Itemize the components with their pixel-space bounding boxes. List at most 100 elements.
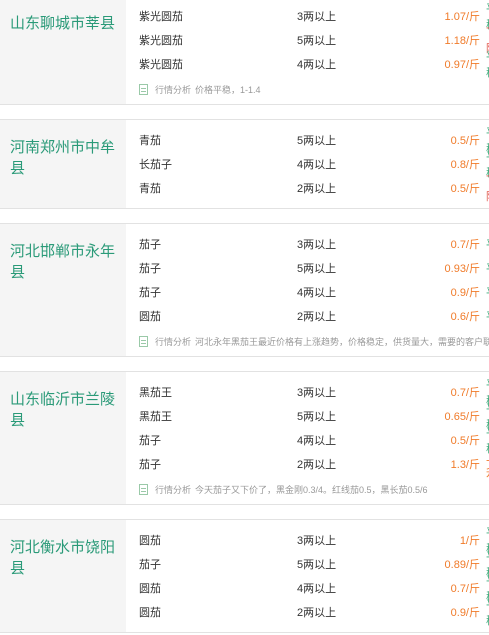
product-name: 紫光圆茄	[139, 11, 183, 23]
price-value: 0.5/斤	[450, 135, 480, 147]
price-row: 青茄5两以上0.5/斤平稳	[139, 127, 489, 155]
market-block: 河北邯郸市永年县茄子3两以上0.7/斤平稳茄子5两以上0.93/斤平稳茄子4两以…	[0, 223, 489, 357]
price-value: 0.9/斤	[450, 287, 480, 299]
product-name: 青茄	[139, 135, 161, 147]
size-spec: 3两以上	[297, 387, 337, 399]
size-spec: 3两以上	[297, 535, 337, 547]
product-name: 长茄子	[139, 159, 172, 171]
price-rows: 青茄5两以上0.5/斤平稳长茄子4两以上0.8/斤平稳青茄2两以上0.5/斤下降	[126, 120, 489, 208]
product-name: 黑茄王	[139, 387, 172, 399]
product-name: 茄子	[139, 459, 161, 471]
size-spec: 3两以上	[297, 239, 337, 251]
analysis-text: 河北永年黑茄王最近价格有上涨趋势，价格稳定，供货量大，需要的客户联系我	[195, 336, 489, 347]
size-spec: 3两以上	[297, 11, 337, 23]
location-link[interactable]: 河北衡水市饶阳县	[0, 520, 126, 632]
price-row: 青茄2两以上0.5/斤下降	[139, 175, 489, 203]
product-name: 圆茄	[139, 583, 161, 595]
price-row: 茄子5两以上0.89/斤平稳	[139, 551, 489, 579]
product-name: 茄子	[139, 263, 161, 275]
price-rows: 圆茄3两以上1/斤平稳茄子5两以上0.89/斤平稳圆茄4两以上0.7/斤平稳圆茄…	[126, 520, 489, 632]
analysis-label: 行情分析	[155, 484, 192, 495]
price-value: 0.89/斤	[444, 559, 480, 571]
market-block: 河南郑州市中牟县青茄5两以上0.5/斤平稳长茄子4两以上0.8/斤平稳青茄2两以…	[0, 119, 489, 209]
size-spec: 4两以上	[297, 435, 337, 447]
price-value: 1.18/斤	[444, 35, 480, 47]
price-row: 圆茄3两以上1/斤平稳	[139, 527, 489, 555]
price-value: 1.3/斤	[450, 459, 480, 471]
price-value: 1/斤	[459, 535, 480, 547]
product-name: 茄子	[139, 435, 161, 447]
price-row: 茄子5两以上0.93/斤平稳	[139, 256, 489, 280]
product-name: 圆茄	[139, 607, 161, 619]
market-price-list: 山东聊城市莘县紫光圆茄3两以上1.07/斤平稳紫光圆茄5两以上1.18/斤下降紫…	[0, 0, 489, 633]
analysis-text: 价格平稳，1-1.4	[195, 84, 261, 95]
market-analysis: 行情分析 价格平稳，1-1.4	[139, 76, 489, 102]
price-rows: 茄子3两以上0.7/斤平稳茄子5两以上0.93/斤平稳茄子4两以上0.9/斤平稳…	[126, 224, 489, 356]
product-name: 茄子	[139, 239, 161, 251]
location-link[interactable]: 河北邯郸市永年县	[0, 224, 126, 356]
document-icon	[139, 83, 148, 95]
price-rows: 黑茄王3两以上0.7/斤平稳黑茄王5两以上0.65/斤平稳茄子4两以上0.5/斤…	[126, 372, 489, 504]
price-row: 紫光圆茄3两以上1.07/斤平稳	[139, 3, 489, 31]
product-name: 圆茄	[139, 535, 161, 547]
product-name: 黑茄王	[139, 411, 172, 423]
price-row: 黑茄王5两以上0.65/斤平稳	[139, 403, 489, 431]
size-spec: 4两以上	[297, 159, 337, 171]
price-value: 0.9/斤	[450, 607, 480, 619]
price-value: 0.97/斤	[444, 59, 480, 71]
price-row: 圆茄2两以上0.9/斤平稳	[139, 599, 489, 627]
price-value: 0.7/斤	[450, 239, 480, 251]
price-value: 0.93/斤	[444, 263, 480, 275]
size-spec: 5两以上	[297, 263, 337, 275]
size-spec: 5两以上	[297, 35, 337, 47]
price-row: 圆茄4两以上0.7/斤平稳	[139, 575, 489, 603]
price-row: 紫光圆茄5两以上1.18/斤下降	[139, 27, 489, 55]
price-row: 紫光圆茄4两以上0.97/斤平稳	[139, 51, 489, 79]
location-link[interactable]: 山东聊城市莘县	[0, 0, 126, 104]
price-row: 茄子4两以上0.5/斤平稳	[139, 427, 489, 455]
price-row: 茄子3两以上0.7/斤平稳	[139, 232, 489, 256]
analysis-label: 行情分析	[155, 336, 192, 347]
price-value: 0.6/斤	[450, 311, 480, 323]
price-value: 0.7/斤	[450, 387, 480, 399]
price-value: 0.8/斤	[450, 159, 480, 171]
location-link[interactable]: 山东临沂市兰陵县	[0, 372, 126, 504]
price-row: 茄子4两以上0.9/斤平稳	[139, 280, 489, 304]
size-spec: 2两以上	[297, 607, 337, 619]
price-row: 长茄子4两以上0.8/斤平稳	[139, 151, 489, 179]
size-spec: 2两以上	[297, 459, 337, 471]
document-icon	[139, 483, 148, 495]
product-name: 紫光圆茄	[139, 59, 183, 71]
price-value: 0.5/斤	[450, 183, 480, 195]
size-spec: 4两以上	[297, 287, 337, 299]
size-spec: 4两以上	[297, 59, 337, 71]
price-row: 黑茄王3两以上0.7/斤平稳	[139, 379, 489, 407]
size-spec: 2两以上	[297, 183, 337, 195]
product-name: 茄子	[139, 559, 161, 571]
size-spec: 5两以上	[297, 135, 337, 147]
price-value: 1.07/斤	[444, 11, 480, 23]
market-block: 山东临沂市兰陵县黑茄王3两以上0.7/斤平稳黑茄王5两以上0.65/斤平稳茄子4…	[0, 371, 489, 505]
price-rows: 紫光圆茄3两以上1.07/斤平稳紫光圆茄5两以上1.18/斤下降紫光圆茄4两以上…	[126, 0, 489, 104]
product-name: 青茄	[139, 183, 161, 195]
location-link[interactable]: 河南郑州市中牟县	[0, 120, 126, 208]
price-row: 圆茄2两以上0.6/斤平稳	[139, 304, 489, 328]
product-name: 紫光圆茄	[139, 35, 183, 47]
product-name: 圆茄	[139, 311, 161, 323]
size-spec: 5两以上	[297, 411, 337, 423]
price-value: 0.7/斤	[450, 583, 480, 595]
price-row: 茄子2两以上1.3/斤上升	[139, 451, 489, 479]
product-name: 茄子	[139, 287, 161, 299]
price-value: 0.65/斤	[444, 411, 480, 423]
price-value: 0.5/斤	[450, 435, 480, 447]
analysis-label: 行情分析	[155, 84, 192, 95]
document-icon	[139, 335, 148, 347]
market-analysis: 行情分析 今天茄子又下价了，黑金刚0.3/4。红线茄0.5，黑长茄0.5/6	[139, 476, 489, 502]
size-spec: 2两以上	[297, 311, 337, 323]
market-block: 山东聊城市莘县紫光圆茄3两以上1.07/斤平稳紫光圆茄5两以上1.18/斤下降紫…	[0, 0, 489, 105]
market-block: 河北衡水市饶阳县圆茄3两以上1/斤平稳茄子5两以上0.89/斤平稳圆茄4两以上0…	[0, 519, 489, 633]
analysis-text: 今天茄子又下价了，黑金刚0.3/4。红线茄0.5，黑长茄0.5/6	[195, 484, 428, 495]
market-analysis: 行情分析 河北永年黑茄王最近价格有上涨趋势，价格稳定，供货量大，需要的客户联系我	[139, 328, 489, 354]
size-spec: 4两以上	[297, 583, 337, 595]
size-spec: 5两以上	[297, 559, 337, 571]
